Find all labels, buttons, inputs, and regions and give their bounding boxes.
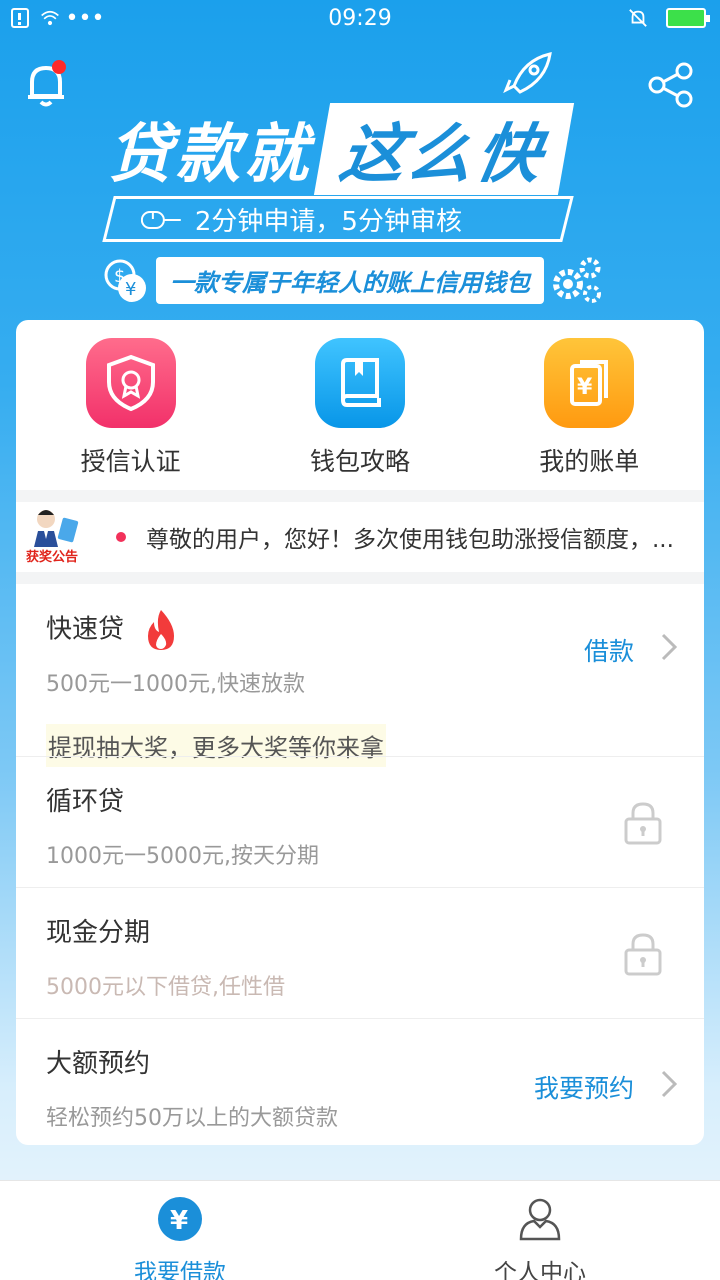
lock-icon <box>624 801 662 845</box>
quick-action-credit-auth[interactable]: 授信认证 <box>31 338 231 490</box>
svg-text:¥: ¥ <box>170 1206 188 1236</box>
borrow-button[interactable]: 借款 <box>584 632 634 668</box>
loan-cash-installment[interactable]: 现金分期 5000元以下借贷,任性借 <box>16 887 704 1018</box>
notification-dot <box>52 60 66 74</box>
shield-badge-icon <box>85 338 176 428</box>
banner-title-left: 贷款就 <box>108 118 312 192</box>
rocket-icon <box>500 50 556 100</box>
quick-actions: 授信认证 钱包攻略 ¥ 我的账单 <box>16 320 704 490</box>
user-icon <box>518 1197 562 1241</box>
quick-action-label: 我的账单 <box>539 447 640 476</box>
svg-text:¥: ¥ <box>577 375 593 400</box>
gear-icon <box>548 252 604 308</box>
fire-icon <box>144 608 178 652</box>
quick-action-wallet-guide[interactable]: 钱包攻略 <box>260 338 460 490</box>
loan-desc: 500元一1000元,快速放款 <box>46 672 305 697</box>
coin-icon: $ ¥ <box>100 255 150 305</box>
lock-icon <box>624 932 662 976</box>
nav-label: 个人中心 <box>494 1260 586 1280</box>
award-badge-text: 获奖公告 <box>26 550 79 565</box>
banner-subtitle: 2分钟申请，5分钟审核 <box>195 206 463 237</box>
banner-title-right: 这么快 <box>313 103 575 195</box>
banner-title: 贷款就 这么快 <box>108 103 608 195</box>
loan-desc: 1000元一5000元,按天分期 <box>46 844 319 869</box>
status-bar: ••• 09:29 <box>0 0 720 40</box>
award-announcement-badge: 获奖公告 <box>24 507 90 567</box>
appointment-button[interactable]: 我要预约 <box>534 1069 634 1105</box>
share-icon[interactable] <box>648 62 694 108</box>
notice-dot <box>116 532 126 542</box>
bottom-nav: ¥ 我要借款 个人中心 <box>0 1180 720 1280</box>
battery-icon <box>666 8 710 28</box>
yen-circle-icon: ¥ <box>158 1197 202 1241</box>
quick-action-label: 钱包攻略 <box>309 447 410 476</box>
banner-tagline: 一款专属于年轻人的账上信用钱包 <box>156 256 544 304</box>
clock: 09:29 <box>328 6 392 31</box>
divider <box>16 490 704 502</box>
notice-text: 尊敬的用户，您好！多次使用钱包助涨授信额度，... <box>146 527 674 553</box>
book-icon <box>314 338 405 428</box>
svg-text:¥: ¥ <box>125 279 136 300</box>
notice-bar[interactable]: 获奖公告 尊敬的用户，您好！多次使用钱包助涨授信额度，... <box>16 502 704 572</box>
divider <box>16 572 704 584</box>
loan-quick[interactable]: 快速贷 500元一1000元,快速放款 提现抽大奖，更多大奖等你来拿 借款 <box>16 584 704 767</box>
main-card: 授信认证 钱包攻略 ¥ 我的账单 获奖公告 尊敬的用户，您好！多次使用钱包助涨授… <box>16 320 704 1145</box>
loan-title: 现金分期 <box>46 918 151 948</box>
mute-bell-icon <box>628 8 648 28</box>
notification-bell-icon[interactable] <box>24 60 68 108</box>
chevron-right-icon[interactable] <box>660 1069 678 1099</box>
banner-tagline-row: $ ¥ 一款专属于年轻人的账上信用钱包 <box>100 250 601 310</box>
banner-subtitle-box: 2分钟申请，5分钟审核 <box>102 196 574 242</box>
nav-label: 我要借款 <box>134 1260 226 1280</box>
mouse-icon <box>141 208 181 230</box>
loan-large-appointment[interactable]: 大额预约 轻松预约50万以上的大额贷款 我要预约 <box>16 1018 704 1145</box>
chevron-right-icon[interactable] <box>660 632 678 662</box>
quick-action-label: 授信认证 <box>80 447 181 476</box>
quick-action-my-bill[interactable]: ¥ 我的账单 <box>489 338 689 490</box>
loan-revolving[interactable]: 循环贷 1000元一5000元,按天分期 <box>16 756 704 887</box>
loan-title: 循环贷 <box>46 787 125 817</box>
nav-tab-borrow[interactable]: ¥ 我要借款 <box>0 1181 360 1280</box>
nav-tab-personal[interactable]: 个人中心 <box>360 1181 720 1280</box>
bill-icon: ¥ <box>544 338 635 428</box>
status-right <box>628 8 710 28</box>
loan-desc: 5000元以下借贷,任性借 <box>46 975 285 1000</box>
